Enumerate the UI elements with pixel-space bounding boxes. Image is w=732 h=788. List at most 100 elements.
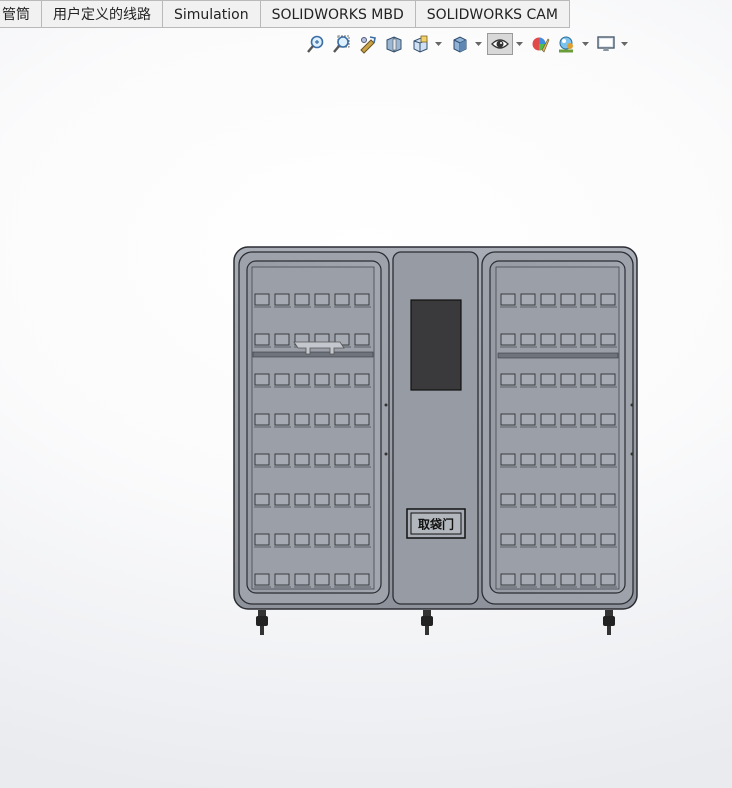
locker-compartment [580, 573, 596, 586]
locker-compartment [600, 493, 616, 506]
heads-up-view-toolbar [0, 32, 732, 56]
locker-compartment [520, 333, 536, 346]
locker-compartment [314, 413, 330, 426]
locker-compartment [520, 533, 536, 546]
locker-compartment [334, 533, 350, 546]
locker-compartment [354, 573, 370, 586]
locker-compartment [600, 293, 616, 306]
locker-compartment [294, 573, 310, 586]
locker-compartment [294, 413, 310, 426]
locker-compartment [294, 533, 310, 546]
locker-compartment [254, 453, 270, 466]
locker-compartment [540, 373, 556, 386]
previous-view-icon[interactable] [357, 33, 379, 55]
touch-screen [410, 299, 462, 391]
locker-compartment [540, 533, 556, 546]
locker-compartment [274, 573, 290, 586]
locker-compartment [334, 293, 350, 306]
locker-compartment [600, 533, 616, 546]
locker-compartment [500, 533, 516, 546]
locker-compartment [314, 453, 330, 466]
locker-compartment [560, 373, 576, 386]
locker-compartment [560, 293, 576, 306]
display-style-dropdown[interactable] [474, 33, 482, 55]
locker-compartment [354, 493, 370, 506]
apply-scene-dropdown[interactable] [581, 33, 589, 55]
locker-compartment [540, 493, 556, 506]
locker-compartment [314, 373, 330, 386]
locker-compartment [334, 373, 350, 386]
locker-compartment [354, 413, 370, 426]
locker-compartment [334, 573, 350, 586]
locker-compartment [354, 293, 370, 306]
hide-show-items-dropdown[interactable] [515, 33, 523, 55]
locker-compartment [354, 333, 370, 346]
view-orientation-icon[interactable] [409, 33, 431, 55]
edit-appearance-icon[interactable] [529, 33, 551, 55]
locker-compartment [254, 333, 270, 346]
zoom-to-area-icon[interactable] [331, 33, 353, 55]
locker-compartment [580, 413, 596, 426]
locker-compartment [254, 533, 270, 546]
locker-compartment [274, 373, 290, 386]
locker-compartment [294, 493, 310, 506]
locker-compartment [314, 493, 330, 506]
locker-compartment [580, 453, 596, 466]
locker-compartment [294, 453, 310, 466]
tab-solidworks-cam[interactable]: SOLIDWORKS CAM [415, 0, 570, 28]
locker-compartment [354, 533, 370, 546]
view-settings-dropdown[interactable] [620, 33, 628, 55]
locker-compartment [520, 373, 536, 386]
locker-compartment [274, 413, 290, 426]
locker-compartment [274, 453, 290, 466]
locker-compartment [334, 413, 350, 426]
locker-compartment [560, 333, 576, 346]
locker-compartment [560, 493, 576, 506]
left-door [238, 251, 390, 605]
display-style-icon[interactable] [449, 33, 471, 55]
command-manager-tabs: 管筒 用户定义的线路 Simulation SOLIDWORKS MBD SOL… [0, 0, 570, 29]
locker-compartment [500, 493, 516, 506]
locker-compartment [274, 533, 290, 546]
zoom-to-fit-icon[interactable] [305, 33, 327, 55]
locker-compartment [580, 373, 596, 386]
locker-compartment [520, 293, 536, 306]
tab-user-defined-route[interactable]: 用户定义的线路 [42, 0, 163, 28]
cabinet-model[interactable]: 取袋门 [228, 242, 648, 642]
locker-compartment [560, 453, 576, 466]
center-panel [392, 251, 479, 605]
locker-compartment [334, 453, 350, 466]
locker-compartment [540, 293, 556, 306]
locker-compartment [314, 293, 330, 306]
locker-compartment [254, 413, 270, 426]
locker-compartment [334, 493, 350, 506]
locker-compartment [314, 533, 330, 546]
apply-scene-icon[interactable] [555, 33, 577, 55]
locker-compartment [254, 573, 270, 586]
locker-compartment [600, 333, 616, 346]
door-label-text: 取袋门 [418, 517, 454, 532]
locker-compartment [560, 573, 576, 586]
locker-compartment [500, 373, 516, 386]
locker-compartment [274, 493, 290, 506]
tab-piping[interactable]: 管筒 [0, 0, 42, 28]
locker-compartment [560, 533, 576, 546]
hide-show-items-icon[interactable] [487, 33, 513, 55]
locker-compartment [314, 573, 330, 586]
locker-compartment [500, 293, 516, 306]
locker-compartment [294, 293, 310, 306]
locker-compartment [520, 413, 536, 426]
locker-compartment [274, 333, 290, 346]
tab-solidworks-mbd[interactable]: SOLIDWORKS MBD [260, 0, 416, 28]
view-settings-icon[interactable] [595, 33, 617, 55]
locker-compartment [354, 453, 370, 466]
locker-compartment [254, 293, 270, 306]
locker-compartment [600, 453, 616, 466]
locker-compartment [580, 493, 596, 506]
locker-compartment [500, 573, 516, 586]
tab-simulation[interactable]: Simulation [163, 0, 261, 28]
locker-compartment [540, 333, 556, 346]
section-view-icon[interactable] [383, 33, 405, 55]
locker-compartment [500, 453, 516, 466]
view-orientation-dropdown[interactable] [434, 33, 442, 55]
